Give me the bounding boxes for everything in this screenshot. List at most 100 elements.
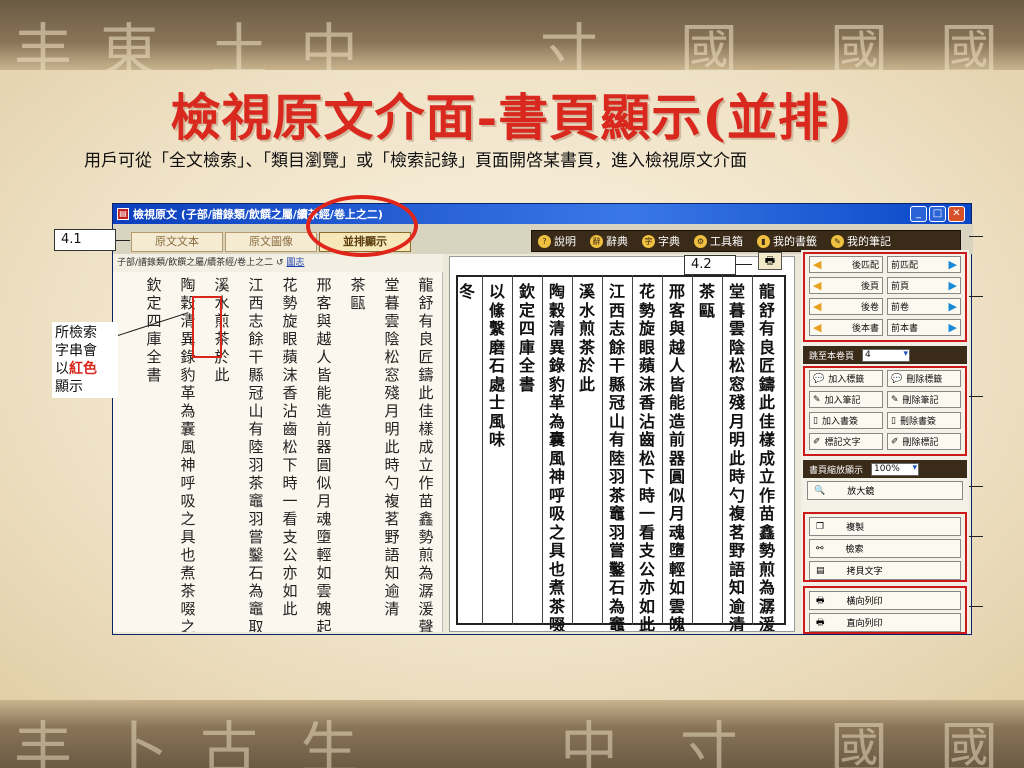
copy-text-button[interactable]: ▤ 拷貝文字 <box>809 561 961 580</box>
nav-back-button[interactable]: ◀ 後頁 <box>809 277 883 294</box>
tab-text[interactable]: 原文文本 <box>131 232 223 252</box>
arrow-right-icon: ▶ <box>948 279 957 292</box>
glyph: 也 <box>548 559 565 579</box>
print-landscape-button[interactable]: 🖶 橫向列印 <box>809 591 961 610</box>
glyph: 月 <box>668 504 685 523</box>
glyph: 風 <box>180 438 196 456</box>
glyph: 旋 <box>282 312 298 330</box>
callout-pointer <box>116 240 130 241</box>
nav-forward-button[interactable]: 前頁 ▶ <box>887 277 961 294</box>
glyph: 啜 <box>548 615 565 632</box>
glyph: 絛 <box>488 300 505 320</box>
mark-button[interactable]: ✎ 刪除筆記 <box>887 391 961 408</box>
breadcrumb-link[interactable]: 圖志 <box>286 258 304 268</box>
glyph: 魂 <box>316 510 332 528</box>
mark-button[interactable]: 💬 刪除標籤 <box>887 370 961 387</box>
magnifier-button[interactable]: 🔍 放大鏡 <box>807 481 963 500</box>
text-column: 茶甌 <box>345 276 371 312</box>
image-panel[interactable]: 龍舒有良匠鑄此佳樣成立作苗鑫勢煎為潺湲聲草堂暮雲陰松窓殘月明此時勺複茗野語知逾清… <box>449 256 795 632</box>
glyph: 為 <box>418 564 434 582</box>
glyph: 煎 <box>758 559 775 579</box>
text-column: 龍舒有良匠鑄此佳樣成立作苗鑫勢煎為潺湲聲草 <box>413 276 439 632</box>
glyph: 樣 <box>758 430 775 449</box>
nav-back-button[interactable]: ◀ 後匹配 <box>809 256 883 273</box>
glyph: 風 <box>548 448 565 468</box>
glyph: 陸 <box>608 448 625 468</box>
close-button[interactable]: ✕ <box>948 206 965 222</box>
character-tool[interactable]: 字字典 <box>642 233 680 249</box>
zoom-select[interactable]: 100% <box>871 462 920 476</box>
glyph: 與 <box>316 312 332 330</box>
image-text-column: 花勢旋眼蘋沫香沾齒松下時一看支公亦如此 <box>634 282 660 631</box>
slide-subtitle: 用戶可從「全文檢索」、「類目瀏覽」或「檢索記錄」頁面開啓某書頁，進入檢視原文介面 <box>84 151 747 171</box>
glyph: 似 <box>316 474 332 492</box>
curl-icon: ↺ <box>276 258 287 268</box>
minimize-button[interactable]: _ <box>910 206 927 222</box>
glyph: 溪 <box>214 276 230 294</box>
window-titlebar[interactable]: ▤ 檢視原文 (子部/譜錄類/飲饌之屬/續茶經/卷上之二) _ □ ✕ <box>113 204 971 224</box>
glyph: 齒 <box>282 420 298 438</box>
my-bookmarks-tool[interactable]: ▮ 我的書籤 <box>757 233 817 249</box>
print-icon[interactable]: 🖶 <box>758 252 782 270</box>
mark-label: 加入書簽 <box>821 417 858 427</box>
help-tool[interactable]: ? 說明 <box>538 233 576 249</box>
note-line: 顯示 <box>55 379 83 395</box>
glyph: 竈 <box>248 600 264 618</box>
maximize-button[interactable]: □ <box>929 206 946 222</box>
bookmark-add-icon: ▯ <box>813 415 818 426</box>
glyph: 支 <box>638 541 655 560</box>
image-text-column: 江西志餘干縣冠山有陸羽茶竈羽嘗鑿石為竈取越 <box>604 282 630 631</box>
glyph: 沾 <box>638 411 655 431</box>
glyph: 一 <box>282 492 298 510</box>
dictionary-tool[interactable]: 辭辭典 <box>590 233 628 249</box>
my-notes-tool[interactable]: ✎ 我的筆記 <box>831 233 891 249</box>
glyph: 野 <box>728 541 745 560</box>
callout-label: 4.1 <box>61 232 82 247</box>
glyph: 堂 <box>728 282 745 301</box>
mark-button[interactable]: ▯ 刪除書簽 <box>887 412 961 429</box>
nav-row: ◀ 後本書 前本書 ▶ <box>805 317 965 338</box>
glyph: 與 <box>668 319 685 338</box>
nav-row: ◀ 後匹配 前匹配 ▶ <box>805 254 965 275</box>
help-icon: ? <box>538 234 551 248</box>
glyph: 看 <box>282 510 298 528</box>
nav-back-button[interactable]: ◀ 後卷 <box>809 298 883 315</box>
mark-button[interactable]: 💬 加入標籤 <box>809 370 883 387</box>
glyph: 錄 <box>548 356 565 375</box>
mark-button[interactable]: ✎ 加入筆記 <box>809 391 883 408</box>
nav-back-button[interactable]: ◀ 後本書 <box>809 319 883 336</box>
nav-label: 後匹配 <box>851 261 879 271</box>
mark-button[interactable]: ▯ 加入書簽 <box>809 412 883 429</box>
glyph: 月 <box>384 402 400 420</box>
nav-label: 後頁 <box>860 282 879 292</box>
nav-forward-button[interactable]: 前卷 ▶ <box>887 298 961 315</box>
text-panel[interactable]: 龍舒有良匠鑄此佳樣成立作苗鑫勢煎為潺湲聲草堂暮雲陰松窓殘月明此時勺複茗野語知逾清… <box>113 272 443 632</box>
glyph: 書 <box>146 366 162 384</box>
toolbox-tool[interactable]: ⚙ 工具箱 <box>694 233 743 249</box>
nav-forward-button[interactable]: 前本書 ▶ <box>887 319 961 336</box>
column-rule <box>752 275 753 625</box>
search-button[interactable]: ⚯ 檢索 <box>809 539 961 558</box>
glyph: 陰 <box>384 330 400 348</box>
image-text-column: 茶甌 <box>694 282 720 320</box>
nav-forward-button[interactable]: 前匹配 ▶ <box>887 256 961 273</box>
tab-image[interactable]: 原文圖像 <box>225 232 317 252</box>
glyph: 羽 <box>608 522 625 542</box>
copy-button[interactable]: ❐ 複製 <box>809 517 961 536</box>
glyph: 勢 <box>638 300 655 320</box>
mark-label: 加入標籤 <box>828 375 865 385</box>
glyph: 皆 <box>668 374 685 394</box>
glyph: 亦 <box>282 564 298 582</box>
mark-button[interactable]: ✐ 標記文字 <box>809 433 883 450</box>
glyph: 茶 <box>248 474 264 492</box>
jump-page-select[interactable]: 4 <box>862 348 911 362</box>
glyph: 煮 <box>180 564 196 582</box>
print-portrait-button[interactable]: 🖶 直向列印 <box>809 613 961 632</box>
arrow-left-icon: ◀ <box>813 321 822 334</box>
glyph: 能 <box>668 393 685 412</box>
glyph: 墮 <box>316 528 332 546</box>
mark-button[interactable]: ✐ 刪除標記 <box>887 433 961 450</box>
tool-label: 我的筆記 <box>847 235 891 248</box>
navigation-group: ◀ 後匹配 前匹配 ▶ ◀ 後頁 前頁 ▶ ◀ 後卷 前卷 ▶ ◀ 後本書 前本書 ▶ <box>803 252 967 342</box>
glyph: 旋 <box>638 319 655 338</box>
